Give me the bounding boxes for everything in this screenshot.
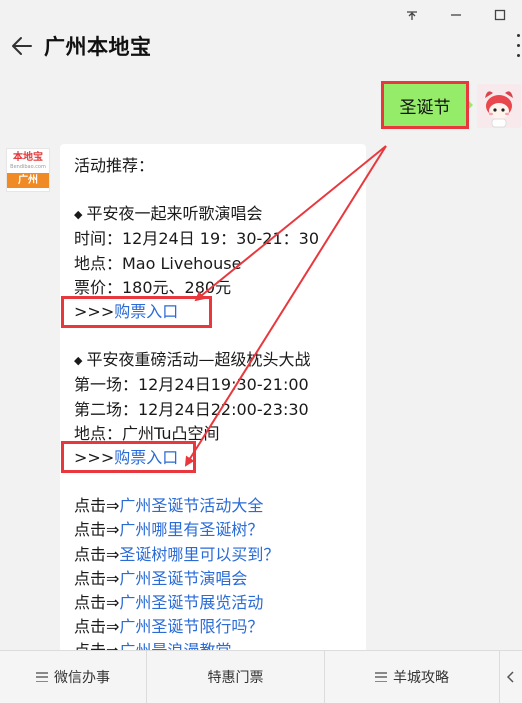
menu-discount-tickets[interactable]: 特惠门票 xyxy=(147,651,325,703)
event-title-text: 平安夜一起来听歌演唱会 xyxy=(86,204,263,224)
more-options-button[interactable] xyxy=(514,30,522,60)
more-dot xyxy=(516,53,520,57)
bot-logo-city: 广州 xyxy=(7,173,49,188)
maximize-icon xyxy=(494,9,506,21)
intro-text: 活动推荐： xyxy=(74,156,155,175)
chevron-left-icon xyxy=(506,671,514,683)
link-prefix: 点击⇒ xyxy=(74,617,120,637)
user-avatar-cartoon-icon xyxy=(477,84,521,128)
link-prefix: 点击⇒ xyxy=(74,593,120,613)
event-title: ◆ 平安夜重磅活动—超级枕头大战 xyxy=(74,348,354,373)
menu-guangzhou-guides[interactable]: 羊城攻略 xyxy=(325,651,500,703)
menu-label: 微信办事 xyxy=(54,670,110,686)
bottom-menu-bar: 微信办事 特惠门票 羊城攻略 xyxy=(0,650,522,703)
related-link-row: 点击⇒广州圣诞节展览活动 xyxy=(74,591,354,615)
related-link[interactable]: 广州哪里有圣诞树？ xyxy=(119,520,263,539)
ticket-link[interactable]: 购票入口 xyxy=(114,302,178,321)
bot-avatar[interactable]: 本地宝 Bendibao.com 广州 xyxy=(6,148,50,192)
menu-wechat-services[interactable]: 微信办事 xyxy=(0,651,147,703)
bullet-icon: ◆ xyxy=(74,208,83,222)
user-avatar[interactable] xyxy=(477,84,521,128)
event-title: ◆ 平安夜一起来听歌演唱会 xyxy=(74,202,354,227)
event-detail: 地点：Mao Livehouse xyxy=(74,253,242,273)
link-prefix: 点击⇒ xyxy=(74,568,120,588)
event-detail: 时间：12月24日 19：30-21：30 xyxy=(74,229,320,249)
bullet-icon: ◆ xyxy=(74,354,83,368)
event-title-text: 平安夜重磅活动—超级枕头大战 xyxy=(86,350,311,370)
more-dot xyxy=(516,43,520,47)
menu-icon xyxy=(375,672,387,682)
event-detail: 票价：180元、280元 xyxy=(74,277,232,297)
related-link[interactable]: 圣诞树哪里可以买到？ xyxy=(119,545,279,564)
related-link-row: 点击⇒广州哪里有圣诞树？ xyxy=(74,518,354,542)
chat-header: 广州本地宝 xyxy=(0,22,522,68)
ticket-prefix: >>> xyxy=(74,302,115,322)
related-link[interactable]: 广州圣诞节限行吗？ xyxy=(119,617,263,636)
link-prefix: 点击⇒ xyxy=(74,520,120,540)
menu-icon xyxy=(36,672,48,682)
user-message-bubble[interactable]: 圣诞节 xyxy=(383,83,473,127)
back-arrow-icon xyxy=(12,37,32,55)
bot-message-bubble: 活动推荐： ◆ 平安夜一起来听歌演唱会 时间：12月24日 19：30-21：30… xyxy=(60,144,366,664)
ticket-row: >>>购票入口 xyxy=(74,300,354,324)
bot-logo-text: 本地宝 xyxy=(13,152,43,163)
related-link[interactable]: 广州圣诞节活动大全 xyxy=(119,496,263,515)
user-message-text: 圣诞节 xyxy=(399,97,451,118)
related-link-row: 点击⇒圣诞树哪里可以买到？ xyxy=(74,543,354,567)
ticket-link[interactable]: 购票入口 xyxy=(114,448,178,467)
back-button[interactable] xyxy=(8,32,36,60)
event-detail: 第二场：12月24日22:00-23:30 xyxy=(74,399,309,419)
more-dot xyxy=(516,33,520,37)
bot-logo-subtext: Bendibao.com xyxy=(10,164,46,170)
related-link-row: 点击⇒广州圣诞节限行吗？ xyxy=(74,615,354,639)
menu-label: 羊城攻略 xyxy=(393,670,449,686)
related-link-row: 点击⇒广州圣诞节活动大全 xyxy=(74,494,354,518)
link-prefix: 点击⇒ xyxy=(74,496,120,516)
event-detail: 第一场：12月24日19:30-21:00 xyxy=(74,375,309,395)
pin-icon xyxy=(407,11,417,20)
ticket-row: >>>购票入口 xyxy=(74,446,354,470)
related-link[interactable]: 广州圣诞节演唱会 xyxy=(119,569,247,588)
link-prefix: 点击⇒ xyxy=(74,544,120,564)
related-link[interactable]: 广州圣诞节展览活动 xyxy=(119,593,263,612)
minimize-icon xyxy=(451,14,461,16)
chat-title: 广州本地宝 xyxy=(44,35,152,59)
switch-to-keyboard-button[interactable] xyxy=(500,651,522,703)
menu-label: 特惠门票 xyxy=(207,670,264,686)
ticket-prefix: >>> xyxy=(74,448,115,468)
event-detail: 地点：广州Tu凸空间 xyxy=(74,423,220,443)
related-link-row: 点击⇒广州圣诞节演唱会 xyxy=(74,567,354,591)
